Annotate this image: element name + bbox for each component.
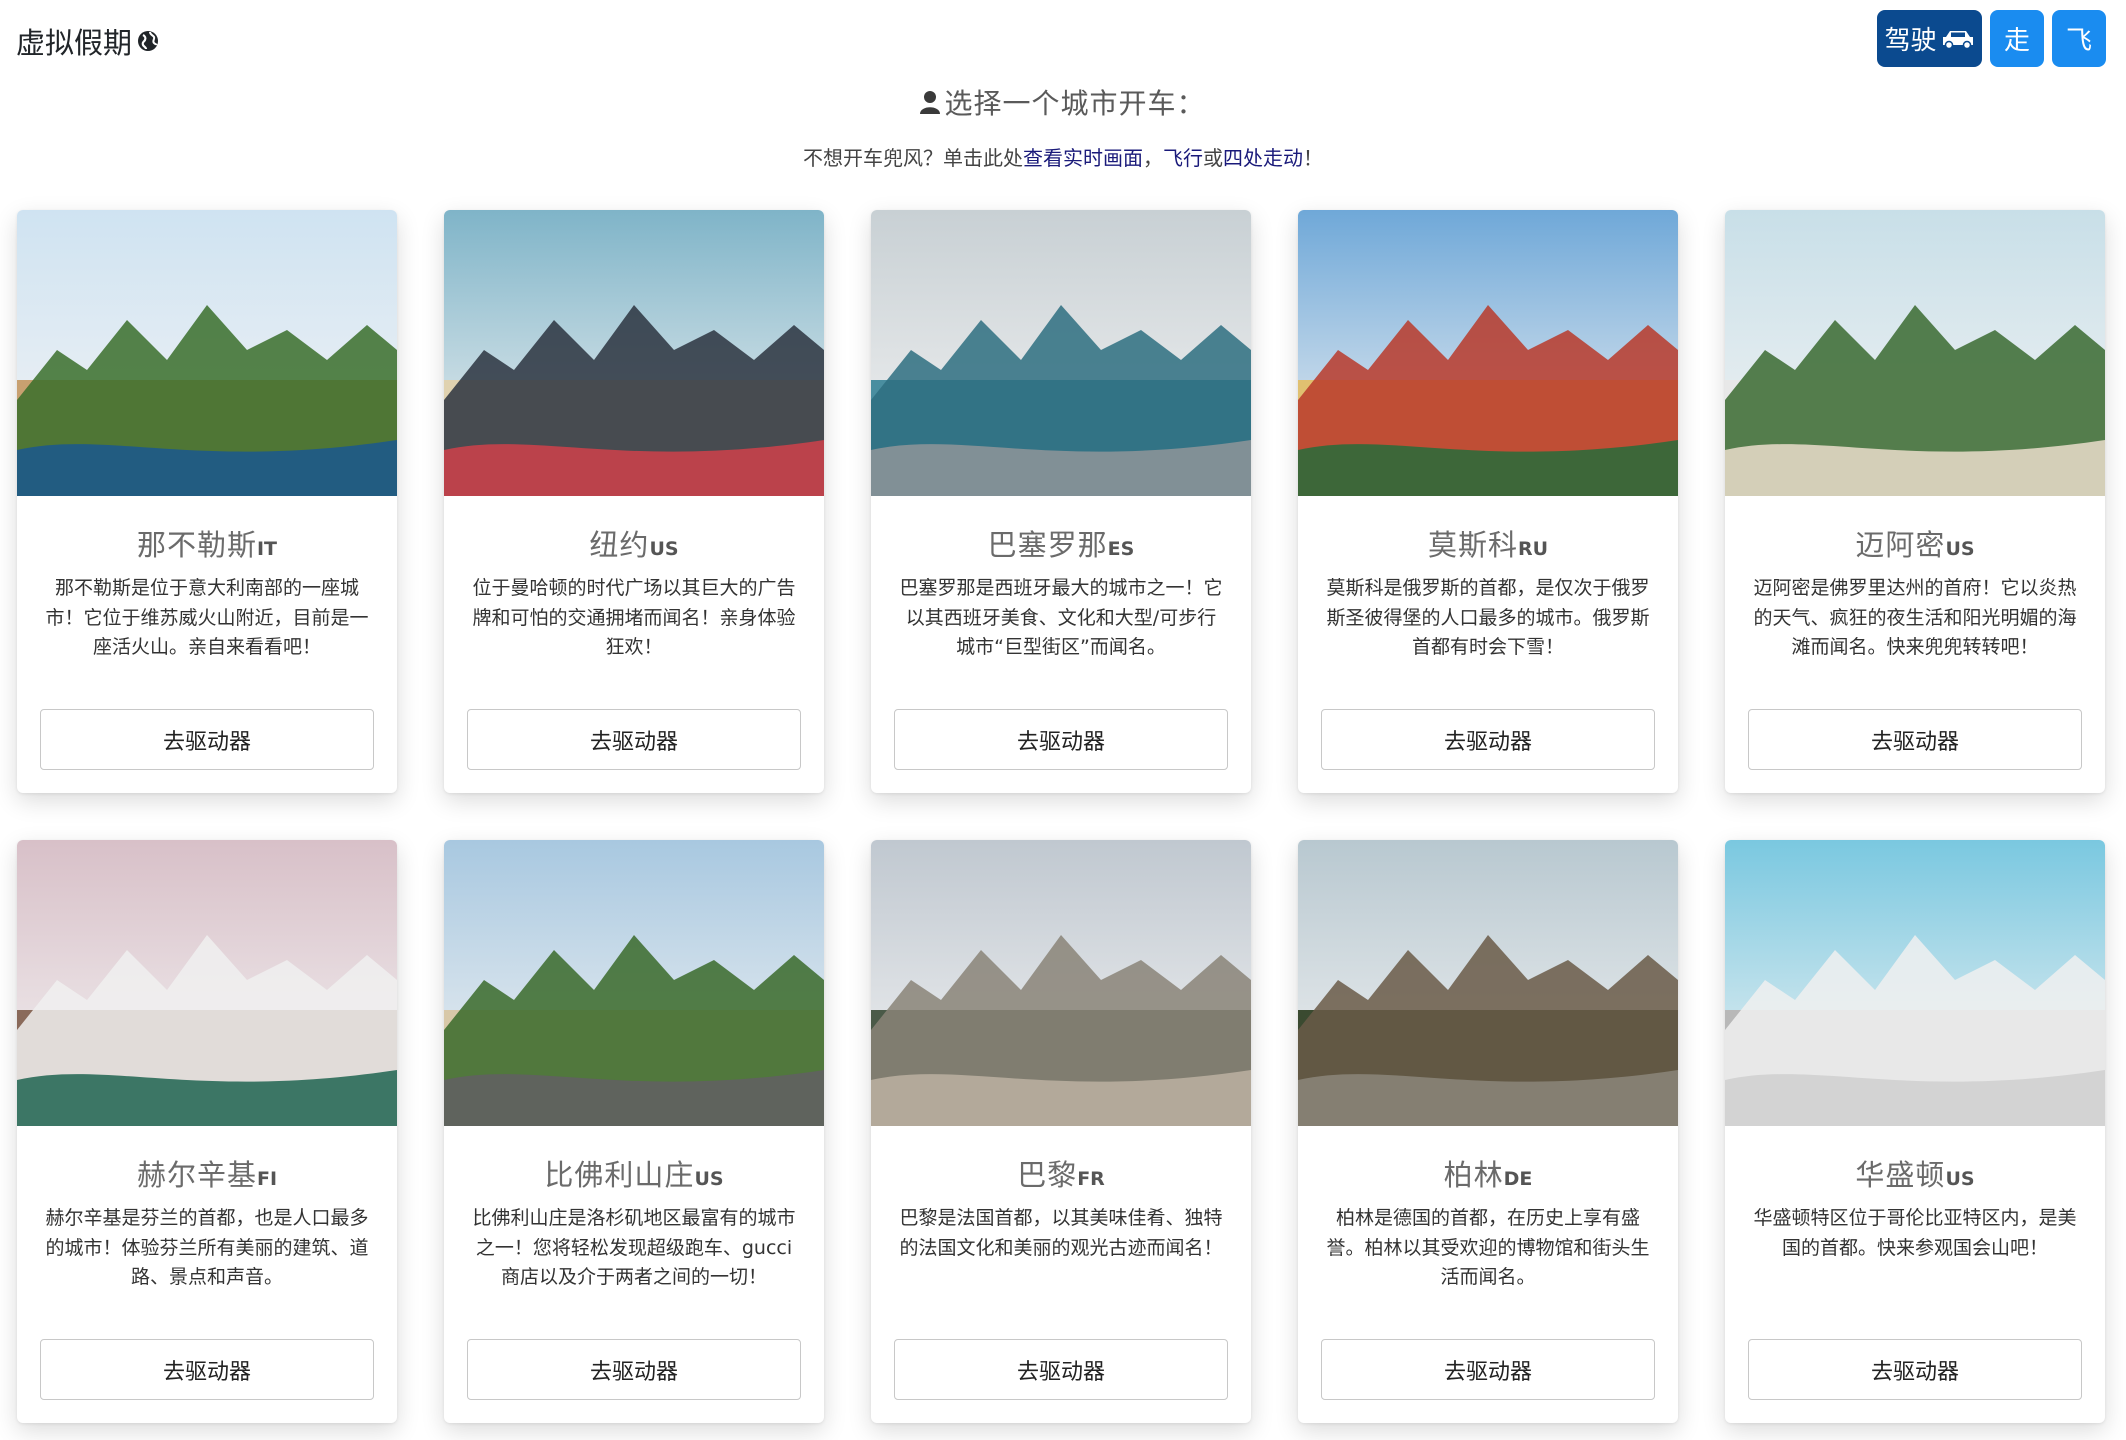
city-photo xyxy=(1298,840,1678,1126)
walk-link[interactable]: 四处走动 xyxy=(1223,146,1303,170)
city-title: 巴黎FR xyxy=(871,1152,1251,1194)
drive-label: 驾驶 xyxy=(1884,26,1937,56)
city-card: 莫斯科RU 莫斯科是俄罗斯的首都，是仅次于俄罗斯圣彼得堡的人口最多的城市。俄罗斯首… xyxy=(1298,210,1678,793)
city-name: 赫尔辛基 xyxy=(136,1158,257,1192)
subtitle-or: 或 xyxy=(1203,146,1223,170)
country-code: US xyxy=(649,538,679,560)
country-code: FI xyxy=(256,1168,278,1190)
city-title: 那不勒斯IT xyxy=(17,522,397,564)
go-drive-button[interactable]: 去驱动器 xyxy=(40,709,374,770)
fly-button[interactable]: 飞 xyxy=(2052,10,2106,67)
city-name: 莫斯科 xyxy=(1427,528,1518,562)
city-description: 比佛利山庄是洛杉矶地区最富有的城市之一！您将轻松发现超级跑车、gucci 商店以… xyxy=(472,1207,796,1288)
city-photo xyxy=(444,210,824,496)
city-description: 位于曼哈顿的时代广场以其巨大的广告牌和可怕的交通拥堵而闻名！亲身体验狂欢！ xyxy=(472,577,796,658)
country-code: US xyxy=(694,1168,724,1190)
city-title: 迈阿密US xyxy=(1725,522,2105,564)
city-description: 赫尔辛基是芬兰的首都，也是人口最多的城市！体验芬兰所有美丽的建筑、道路、景点和声… xyxy=(45,1207,369,1288)
country-code: IT xyxy=(256,538,278,560)
country-code: RU xyxy=(1517,538,1549,560)
city-title: 比佛利山庄US xyxy=(444,1152,824,1194)
user-icon xyxy=(920,91,941,114)
city-description: 巴黎是法国首都，以其美味佳肴、独特的法国文化和美丽的观光古迹而闻名！ xyxy=(899,1207,1223,1259)
car-icon xyxy=(1942,30,1973,49)
subtitle-prefix: 不想开车兜风？单击此处 xyxy=(803,146,1023,170)
mode-nav: 驾驶 走 飞 xyxy=(1877,10,2106,67)
page-title: 选择一个城市开车： xyxy=(0,82,2126,122)
city-name: 那不勒斯 xyxy=(136,528,257,562)
city-card: 纽约US 位于曼哈顿的时代广场以其巨大的广告牌和可怕的交通拥堵而闻名！亲身体验狂欢… xyxy=(444,210,824,793)
go-drive-button[interactable]: 去驱动器 xyxy=(894,1339,1228,1400)
city-name: 华盛顿 xyxy=(1855,1158,1946,1192)
city-description: 迈阿密是佛罗里达州的首府！它以炎热的天气、疯狂的夜生活和阳光明媚的海滩而闻名。快… xyxy=(1753,577,2077,658)
city-photo xyxy=(871,840,1251,1126)
country-code: DE xyxy=(1503,1168,1533,1190)
city-name: 纽约 xyxy=(589,528,650,562)
go-drive-button[interactable]: 去驱动器 xyxy=(1321,709,1655,770)
city-card: 华盛顿US 华盛顿特区位于哥伦比亚特区内，是美国的首都。快来参观国会山吧！ 去驱动器 xyxy=(1725,840,2105,1423)
city-title: 莫斯科RU xyxy=(1298,522,1678,564)
page-title-text: 选择一个城市开车： xyxy=(944,87,1206,120)
drive-button[interactable]: 驾驶 xyxy=(1877,10,1982,67)
go-drive-button[interactable]: 去驱动器 xyxy=(467,1339,801,1400)
city-title: 巴塞罗那ES xyxy=(871,522,1251,564)
city-photo xyxy=(1725,210,2105,496)
city-title: 纽约US xyxy=(444,522,824,564)
country-code: US xyxy=(1945,1168,1975,1190)
city-description: 柏林是德国的首都，在历史上享有盛誉。柏林以其受欢迎的博物馆和街头生活而闻名。 xyxy=(1326,1207,1650,1288)
go-drive-button[interactable]: 去驱动器 xyxy=(1748,709,2082,770)
live-view-link[interactable]: 查看实时画面 xyxy=(1023,146,1143,170)
city-name: 巴塞罗那 xyxy=(987,528,1108,562)
go-drive-button[interactable]: 去驱动器 xyxy=(1321,1339,1655,1400)
subtitle-separator: ， xyxy=(1143,146,1163,170)
city-card: 柏林DE 柏林是德国的首都，在历史上享有盛誉。柏林以其受欢迎的博物馆和街头生活而闻… xyxy=(1298,840,1678,1423)
subtitle: 不想开车兜风？单击此处查看实时画面，飞行或四处走动！ xyxy=(0,142,2126,171)
brand[interactable]: 虚拟假期 xyxy=(16,20,160,62)
walk-button[interactable]: 走 xyxy=(1990,10,2044,67)
city-description: 那不勒斯是位于意大利南部的一座城市！它位于维苏威火山附近，目前是一座活火山。亲自… xyxy=(45,577,369,658)
city-description: 莫斯科是俄罗斯的首都，是仅次于俄罗斯圣彼得堡的人口最多的城市。俄罗斯首都有时会下… xyxy=(1326,577,1650,658)
city-title: 柏林DE xyxy=(1298,1152,1678,1194)
city-photo xyxy=(17,210,397,496)
city-photo xyxy=(444,840,824,1126)
city-photo xyxy=(1725,840,2105,1126)
go-drive-button[interactable]: 去驱动器 xyxy=(467,709,801,770)
subtitle-end: ！ xyxy=(1303,146,1323,170)
city-title: 华盛顿US xyxy=(1725,1152,2105,1194)
city-card: 迈阿密US 迈阿密是佛罗里达州的首府！它以炎热的天气、疯狂的夜生活和阳光明媚的海滩… xyxy=(1725,210,2105,793)
globe-icon xyxy=(138,31,159,51)
go-drive-button[interactable]: 去驱动器 xyxy=(1748,1339,2082,1400)
city-card: 巴塞罗那ES 巴塞罗那是西班牙最大的城市之一！它以其西班牙美食、文化和大型/可步行… xyxy=(871,210,1251,793)
go-drive-button[interactable]: 去驱动器 xyxy=(40,1339,374,1400)
country-code: ES xyxy=(1107,538,1135,560)
city-name: 柏林 xyxy=(1443,1158,1504,1192)
city-photo xyxy=(871,210,1251,496)
city-photo xyxy=(17,840,397,1126)
city-grid: 那不勒斯IT 那不勒斯是位于意大利南部的一座城市！它位于维苏威火山附近，目前是一座… xyxy=(17,210,2105,1423)
city-card: 那不勒斯IT 那不勒斯是位于意大利南部的一座城市！它位于维苏威火山附近，目前是一座… xyxy=(17,210,397,793)
country-code: FR xyxy=(1077,1168,1105,1190)
fly-link[interactable]: 飞行 xyxy=(1163,146,1203,170)
city-name: 比佛利山庄 xyxy=(544,1158,695,1192)
country-code: US xyxy=(1945,538,1975,560)
brand-title: 虚拟假期 xyxy=(16,26,133,60)
page-header: 选择一个城市开车： 不想开车兜风？单击此处查看实时画面，飞行或四处走动！ xyxy=(0,82,2126,171)
city-card: 赫尔辛基FI 赫尔辛基是芬兰的首都，也是人口最多的城市！体验芬兰所有美丽的建筑、道… xyxy=(17,840,397,1423)
city-name: 迈阿密 xyxy=(1855,528,1946,562)
city-card: 巴黎FR 巴黎是法国首都，以其美味佳肴、独特的法国文化和美丽的观光古迹而闻名！ 去驱… xyxy=(871,840,1251,1423)
city-card: 比佛利山庄US 比佛利山庄是洛杉矶地区最富有的城市之一！您将轻松发现超级跑车、gu… xyxy=(444,840,824,1423)
city-description: 巴塞罗那是西班牙最大的城市之一！它以其西班牙美食、文化和大型/可步行城市“巨型街… xyxy=(899,577,1223,658)
city-description: 华盛顿特区位于哥伦比亚特区内，是美国的首都。快来参观国会山吧！ xyxy=(1753,1207,2077,1259)
city-title: 赫尔辛基FI xyxy=(17,1152,397,1194)
go-drive-button[interactable]: 去驱动器 xyxy=(894,709,1228,770)
city-name: 巴黎 xyxy=(1017,1158,1078,1192)
city-photo xyxy=(1298,210,1678,496)
